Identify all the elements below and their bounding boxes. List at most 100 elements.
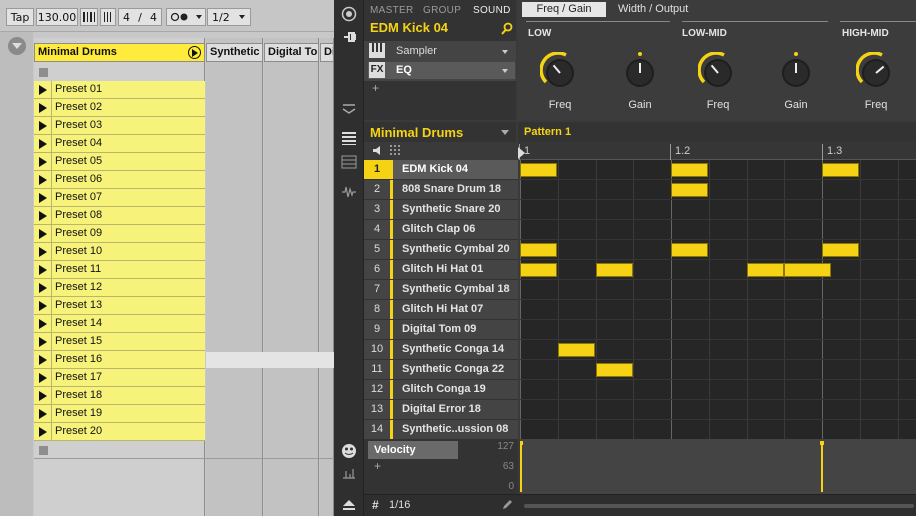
sound-row[interactable]: 10 Synthetic Conga 14	[364, 340, 518, 360]
velocity-handle[interactable]	[520, 441, 523, 445]
clip-play-icon[interactable]	[34, 405, 52, 422]
target-icon[interactable]	[341, 6, 357, 22]
eq-knob[interactable]	[856, 52, 896, 92]
note-block[interactable]	[596, 263, 633, 277]
tab-master[interactable]: MASTER	[370, 5, 413, 16]
clip-play-icon[interactable]	[34, 333, 52, 350]
note-block[interactable]	[558, 343, 595, 357]
velocity-stem[interactable]	[821, 442, 823, 492]
modulation-icon[interactable]	[341, 466, 357, 482]
preset-slot[interactable]: Preset 11	[34, 261, 205, 279]
chevron-down-icon[interactable]	[501, 49, 509, 55]
tab-sound[interactable]: SOUND	[473, 5, 511, 16]
sound-row[interactable]: 11 Synthetic Conga 22	[364, 360, 518, 380]
note-block[interactable]	[822, 243, 859, 257]
tap-tempo-button[interactable]: Tap	[6, 8, 34, 26]
clip-play-icon[interactable]	[34, 135, 52, 152]
preset-slot[interactable]: Preset 20	[34, 423, 205, 441]
preset-slot[interactable]: Preset 14	[34, 315, 205, 333]
sound-row[interactable]: 8 Glitch Hi Hat 07	[364, 300, 518, 320]
eq-knob[interactable]	[698, 52, 738, 92]
velocity-selector[interactable]: Velocity	[368, 441, 458, 459]
add-plugin-button[interactable]: +	[372, 81, 379, 95]
follow-dropdown[interactable]	[166, 8, 206, 26]
tab-group[interactable]: GROUP	[423, 5, 461, 16]
clip-play-icon[interactable]	[34, 387, 52, 404]
quantize-dropdown[interactable]: 1/2	[207, 8, 251, 26]
sound-row[interactable]: 9 Digital Tom 09	[364, 320, 518, 340]
track-header-di[interactable]: Di	[320, 43, 334, 62]
note-block[interactable]	[822, 163, 859, 177]
pattern-name[interactable]: Pattern 1	[524, 126, 571, 138]
clip-play-icon[interactable]	[34, 279, 52, 296]
play-circle-icon[interactable]	[188, 46, 201, 59]
hash-icon[interactable]: #	[372, 498, 379, 512]
bars-icon[interactable]	[100, 8, 116, 26]
pencil-icon[interactable]	[501, 499, 513, 511]
clip-play-icon[interactable]	[34, 351, 52, 368]
eq-knob[interactable]	[540, 52, 580, 92]
clip-play-icon[interactable]	[34, 99, 52, 116]
collapse-icon[interactable]	[8, 37, 26, 55]
preset-slot[interactable]: Preset 17	[34, 369, 205, 387]
sound-row[interactable]: 2 808 Snare Drum 18	[364, 180, 518, 200]
note-block[interactable]	[596, 363, 633, 377]
sound-row[interactable]: 14 Synthetic..ussion 08	[364, 420, 518, 440]
note-block[interactable]	[520, 263, 557, 277]
sound-row[interactable]: 3 Synthetic Snare 20	[364, 200, 518, 220]
clip-play-icon[interactable]	[34, 423, 52, 440]
playhead-icon[interactable]	[518, 147, 525, 159]
track-header-digital-to[interactable]: Digital To	[264, 43, 319, 62]
stop-square-icon[interactable]	[39, 446, 48, 455]
preset-slot[interactable]: Preset 03	[34, 117, 205, 135]
clip-play-icon[interactable]	[34, 261, 52, 278]
time-signature-field[interactable]: 4 / 4	[118, 8, 162, 26]
tab-width-output[interactable]: Width / Output	[608, 2, 698, 17]
velocity-lane[interactable]	[520, 439, 916, 494]
preset-slot[interactable]: Preset 12	[34, 279, 205, 297]
search-icon[interactable]	[501, 22, 513, 35]
eq-knob[interactable]	[620, 52, 660, 92]
group-title[interactable]: Minimal Drums	[370, 125, 463, 140]
clip-play-icon[interactable]	[34, 243, 52, 260]
sound-row[interactable]: 1 EDM Kick 04	[364, 160, 518, 180]
sound-row[interactable]: 4 Glitch Clap 06	[364, 220, 518, 240]
note-block[interactable]	[784, 263, 831, 277]
clip-play-icon[interactable]	[34, 225, 52, 242]
horizontal-scrollbar[interactable]	[524, 504, 914, 508]
sound-row[interactable]: 6 Glitch Hi Hat 01	[364, 260, 518, 280]
preset-slot[interactable]: Preset 05	[34, 153, 205, 171]
metronome-icon[interactable]	[80, 8, 98, 26]
eq-slot[interactable]	[368, 62, 515, 79]
clip-play-icon[interactable]	[34, 189, 52, 206]
clip-play-icon[interactable]	[34, 117, 52, 134]
clip-play-icon[interactable]	[34, 207, 52, 224]
note-block[interactable]	[520, 163, 557, 177]
track-header-minimal-drums[interactable]: Minimal Drums	[34, 43, 205, 62]
preset-slot[interactable]: Preset 18	[34, 387, 205, 405]
speaker-icon[interactable]	[372, 145, 384, 156]
preset-slot[interactable]: Preset 16	[34, 351, 205, 369]
pattern-view-icon[interactable]	[341, 154, 357, 170]
step-grid[interactable]	[520, 160, 916, 439]
note-block[interactable]	[520, 243, 557, 257]
add-lane-button[interactable]: +	[374, 459, 381, 473]
preset-slot[interactable]: Preset 15	[34, 333, 205, 351]
note-block[interactable]	[671, 243, 708, 257]
sound-row[interactable]: 7 Synthetic Cymbal 18	[364, 280, 518, 300]
clip-play-icon[interactable]	[34, 171, 52, 188]
collapse-down-icon[interactable]	[341, 100, 357, 116]
grid-division[interactable]: 1/16	[389, 499, 410, 511]
preset-slot[interactable]: Preset 02	[34, 99, 205, 117]
preset-slot[interactable]: Preset 06	[34, 171, 205, 189]
clip-play-icon[interactable]	[34, 81, 52, 98]
chevron-down-icon[interactable]	[501, 68, 509, 74]
note-block[interactable]	[671, 163, 708, 177]
clip-play-icon[interactable]	[34, 369, 52, 386]
preset-slot[interactable]: Preset 09	[34, 225, 205, 243]
sampler-label[interactable]: Sampler	[396, 45, 437, 57]
clip-play-icon[interactable]	[34, 297, 52, 314]
grid-icon[interactable]	[390, 145, 401, 156]
eject-icon[interactable]	[341, 497, 357, 513]
timeline-ruler[interactable]: 1 1.2 1.3	[518, 142, 916, 160]
